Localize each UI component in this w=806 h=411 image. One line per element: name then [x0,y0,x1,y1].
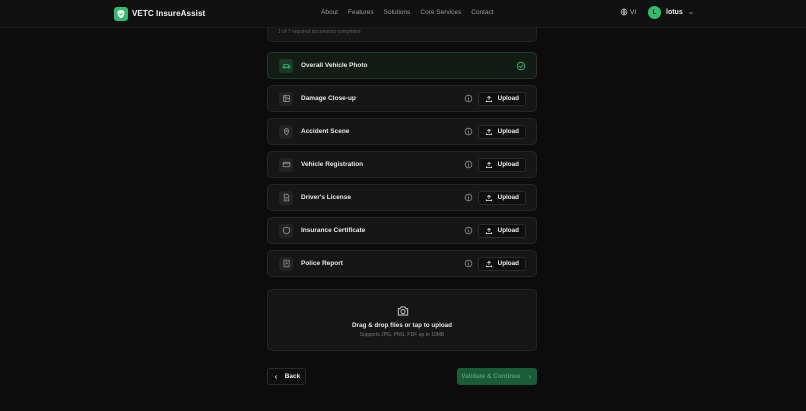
info-icon[interactable] [464,94,473,103]
document-label: Driver's License [301,194,351,201]
document-label: Insurance Certificate [301,227,366,234]
upload-button[interactable]: Upload [477,157,526,172]
document-label: Damage Close-up [301,95,356,102]
info-icon[interactable] [464,193,473,202]
document-row-vehicle-registration[interactable]: Vehicle Registration Upload [267,151,537,178]
document-label: Police Report [301,260,343,267]
upload-label: Upload [497,95,519,102]
nav-features[interactable]: Features [348,9,374,16]
document-row-accident-scene[interactable]: Accident Scene Upload [267,118,537,145]
language-switcher[interactable]: VI [620,8,636,16]
dropzone-title: Drag & drop files or tap to upload [351,322,453,329]
card-icon [279,157,293,172]
nav-solutions[interactable]: Solutions [384,9,411,16]
upload-button[interactable]: Upload [477,223,526,238]
user-name: lotus [666,9,683,16]
info-icon[interactable] [464,226,473,235]
document-row-damage-close-up[interactable]: Damage Close-up Upload [267,85,537,112]
brand-name: VETC InsureAssist [132,9,206,18]
check-circle-icon [516,61,526,70]
map-pin-icon [279,124,293,139]
upload-label: Upload [497,260,519,267]
nav-core-services[interactable]: Core Services [420,9,461,16]
back-button[interactable]: Back [267,368,306,385]
main-nav: About Features Solutions Core Services C… [321,9,504,16]
nav-contact[interactable]: Contact [471,9,493,16]
document-label: Vehicle Registration [301,161,364,168]
document-list: Overall Vehicle Photo Damage Close-up Up… [267,52,537,283]
upload-button[interactable]: Upload [477,124,526,139]
document-label: Overall Vehicle Photo [301,62,368,69]
shield-icon [279,223,293,238]
upload-icon [485,161,492,168]
info-icon[interactable] [464,127,473,136]
file-icon [279,190,293,205]
back-label: Back [284,373,301,380]
upload-label: Upload [497,161,519,168]
progress-text: 1 of 7 required documents completed [278,29,361,35]
chevron-right-icon [528,374,531,379]
upload-icon [485,128,492,135]
validate-continue-button[interactable]: Validate & Continue [457,368,537,385]
dropzone-subtitle: Supports JPG, PNG, PDF up to 10MB [359,332,445,338]
brand[interactable]: VETC InsureAssist [114,6,205,21]
avatar: L [648,6,661,19]
language-code: VI [630,8,637,16]
chevron-left-icon [274,374,277,379]
upload-button[interactable]: Upload [477,190,526,205]
upload-label: Upload [497,128,519,135]
upload-button[interactable]: Upload [477,256,526,271]
shield-logo-icon [114,6,128,21]
nav-about[interactable]: About [321,9,338,16]
document-label: Accident Scene [301,128,350,135]
car-icon [279,58,293,73]
upload-icon [485,260,492,267]
chevron-down-icon [688,11,693,14]
top-nav-bar: VETC InsureAssist About Features Solutio… [0,0,806,28]
document-row-overall-vehicle-photo[interactable]: Overall Vehicle Photo [267,52,537,79]
document-row-insurance-certificate[interactable]: Insurance Certificate Upload [267,217,537,244]
upload-icon [485,227,492,234]
upload-label: Upload [497,227,519,234]
upload-icon [485,194,492,201]
info-icon[interactable] [464,259,473,268]
info-icon[interactable] [464,160,473,169]
report-icon [279,256,293,271]
file-dropzone[interactable]: Drag & drop files or tap to upload Suppo… [267,289,537,351]
continue-label: Validate & Continue [461,373,521,380]
user-menu[interactable]: L lotus [648,6,694,19]
document-row-police-report[interactable]: Police Report Upload [267,250,537,277]
document-row-drivers-license[interactable]: Driver's License Upload [267,184,537,211]
image-icon [279,91,293,106]
upload-button[interactable]: Upload [477,91,526,106]
camera-icon [397,306,409,316]
globe-icon [620,8,628,16]
upload-label: Upload [497,194,519,201]
upload-icon [485,95,492,102]
